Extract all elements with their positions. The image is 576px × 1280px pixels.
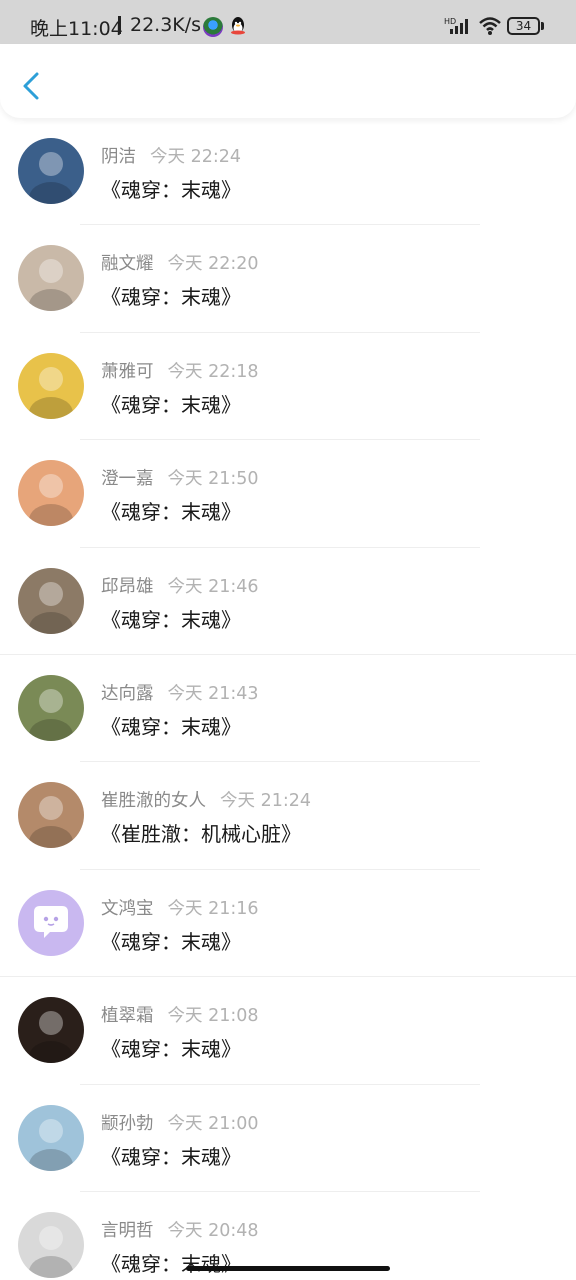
sender-name: 萧雅可 今天 22:18 [101, 358, 259, 383]
avatar[interactable] [18, 997, 84, 1064]
home-indicator [186, 1266, 390, 1271]
avatar[interactable] [18, 674, 84, 741]
sender-name-text: 颛孙勃 [101, 1113, 154, 1134]
sender-name-text: 言明哲 [101, 1220, 154, 1241]
avatar[interactable] [18, 245, 84, 312]
avatar-image [29, 259, 73, 312]
book-title[interactable]: 《魂穿：末魂》 [101, 604, 241, 633]
timestamp: 今天 21:46 [167, 576, 259, 597]
svg-text:HD: HD [444, 17, 456, 26]
avatar[interactable] [18, 889, 84, 956]
sender-name: 邱昂雄 今天 21:46 [101, 573, 259, 598]
sender-name-text: 融文耀 [101, 254, 154, 275]
sender-name-text: 植翠霜 [101, 1006, 154, 1027]
timestamp: 今天 21:00 [167, 1113, 259, 1134]
avatar-image [29, 366, 73, 419]
sender-name: 文鸿宝 今天 21:16 [101, 895, 259, 920]
avatar-image [29, 152, 73, 204]
avatar[interactable] [18, 1211, 84, 1278]
avatar[interactable] [18, 1104, 84, 1171]
avatar-image [29, 796, 73, 849]
sender-name-text: 阴洁 [101, 147, 136, 167]
avatar-image [29, 474, 73, 527]
qq-icon [231, 17, 245, 35]
list-item[interactable]: 达向露 今天 21:43 《魂穿：末魂》 [0, 655, 576, 763]
avatar-image [29, 581, 73, 634]
signal-hd-icon: HD [444, 17, 468, 34]
timestamp: 今天 21:24 [220, 791, 311, 812]
sender-name: 颛孙勃 今天 21:00 [101, 1110, 259, 1135]
page: 晚上11:04 22.3K/s HD 34 阴洁 今天 22:24 《魂穿：末魂… [0, 0, 576, 1280]
book-title[interactable]: 《魂穿：末魂》 [101, 1248, 241, 1277]
network-speed: 22.3K/s [130, 14, 202, 36]
book-title[interactable]: 《魂穿：末魂》 [101, 926, 241, 955]
list-item[interactable]: 崔胜澈的女人 今天 21:24 《崔胜澈：机械心脏》 [0, 762, 576, 870]
list-item[interactable]: 融文耀 今天 22:20 《魂穿：末魂》 [0, 225, 576, 333]
wifi-icon [479, 17, 501, 35]
sender-name: 澄一嘉 今天 21:50 [101, 465, 259, 490]
avatar[interactable] [18, 460, 84, 527]
avatar-image [29, 688, 73, 741]
sender-name-text: 萧雅可 [101, 361, 154, 382]
avatar[interactable] [18, 567, 84, 634]
list-item[interactable]: 萧雅可 今天 22:18 《魂穿：末魂》 [0, 333, 576, 441]
timestamp: 今天 20:48 [167, 1220, 259, 1241]
book-title[interactable]: 《崔胜澈：机械心脏》 [101, 818, 301, 847]
sender-name: 达向露 今天 21:43 [101, 680, 259, 705]
avatar-image [29, 1118, 73, 1171]
book-title[interactable]: 《魂穿：末魂》 [101, 281, 241, 310]
book-title[interactable]: 《魂穿：末魂》 [101, 496, 241, 525]
avatar[interactable] [18, 352, 84, 419]
header [0, 44, 576, 118]
timestamp: 今天 22:20 [167, 254, 259, 275]
list-item[interactable]: 阴洁 今天 22:24 《魂穿：末魂》 [0, 118, 576, 226]
list-item[interactable]: 澄一嘉 今天 21:50 《魂穿：末魂》 [0, 440, 576, 548]
timestamp: 今天 22:18 [167, 361, 259, 382]
book-title[interactable]: 《魂穿：末魂》 [101, 174, 241, 203]
sender-name: 言明哲 今天 20:48 [101, 1217, 259, 1242]
timestamp: 今天 22:24 [150, 147, 241, 167]
sender-name-text: 崔胜澈的女人 [101, 791, 206, 812]
avatar[interactable] [18, 138, 84, 204]
timestamp: 今天 21:50 [167, 469, 259, 490]
status-separator [118, 16, 121, 34]
book-title[interactable]: 《魂穿：末魂》 [101, 389, 241, 418]
avatar-image [29, 1225, 73, 1278]
list-item[interactable]: 植翠霜 今天 21:08 《魂穿：末魂》 [0, 977, 576, 1085]
book-title[interactable]: 《魂穿：末魂》 [101, 711, 241, 740]
sender-name: 崔胜澈的女人 今天 21:24 [101, 787, 311, 812]
message-list: 阴洁 今天 22:24 《魂穿：末魂》 融文耀 今天 22:20 《魂穿：末魂》 萧雅可 今天… [0, 118, 576, 1280]
timestamp: 今天 21:16 [167, 898, 259, 919]
timestamp: 今天 21:08 [167, 1006, 259, 1027]
app-notification-icon [203, 17, 223, 37]
avatar[interactable] [18, 782, 84, 849]
list-item[interactable]: 邱昂雄 今天 21:46 《魂穿：末魂》 [0, 548, 576, 655]
book-title[interactable]: 《魂穿：末魂》 [101, 1141, 241, 1170]
sender-name-text: 文鸿宝 [101, 898, 154, 919]
sender-name-text: 达向露 [101, 683, 154, 704]
sender-name: 植翠霜 今天 21:08 [101, 1002, 259, 1027]
sender-name: 融文耀 今天 22:20 [101, 250, 259, 275]
battery-icon [541, 22, 544, 30]
chat-bubble-icon [34, 905, 68, 938]
list-item[interactable]: 颛孙勃 今天 21:00 《魂穿：末魂》 [0, 1085, 576, 1192]
status-time: 晚上11:04 [30, 18, 123, 40]
sender-name: 阴洁 今天 22:24 [101, 143, 241, 168]
sender-name-text: 澄一嘉 [101, 469, 154, 490]
timestamp: 今天 21:43 [167, 683, 259, 704]
book-title[interactable]: 《魂穿：末魂》 [101, 1033, 241, 1062]
sender-name-text: 邱昂雄 [101, 576, 154, 597]
list-item[interactable]: 文鸿宝 今天 21:16 《魂穿：末魂》 [0, 870, 576, 978]
avatar-image [29, 1011, 73, 1064]
battery-level: 34 [507, 17, 540, 35]
chevron-left-icon[interactable] [16, 68, 48, 104]
